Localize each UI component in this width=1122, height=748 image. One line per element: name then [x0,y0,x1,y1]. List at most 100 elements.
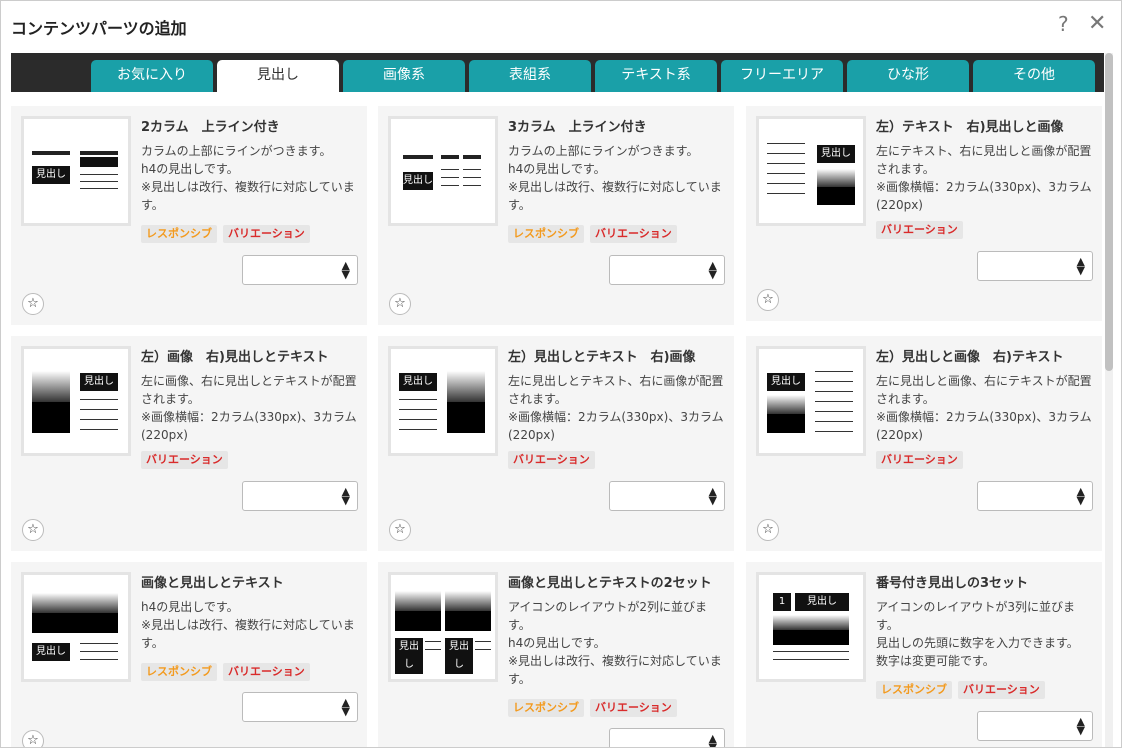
thumb-heading-label: 見出し [795,593,849,611]
part-card[interactable]: 見出し 左）見出しとテキスト 右)画像 左に見出しとテキスト、右に画像が配置 さ… [378,336,734,551]
part-description: 左に見出しと画像、右にテキストが配置 されます。 ※画像横幅：2カラム(330p… [876,374,1092,442]
close-icon[interactable]: ✕ [1088,11,1106,36]
part-title: 左）画像 右)見出しとテキスト [141,350,329,365]
content-parts-dialog: コンテンツパーツの追加 ? ✕ お気に入り 見出し 画像系 表組系 テキスト系 … [0,0,1122,748]
favorite-star-icon[interactable]: ☆ [757,519,779,541]
part-description: アイコンのレイアウトが2列に並びま す。 h4の見出しです。 ※見出しは改行、複… [508,600,722,686]
dialog-title: コンテンツパーツの追加 [11,19,187,38]
tab-free-area[interactable]: フリーエリア [721,60,843,92]
badge-group: バリエーション [141,451,228,469]
tab-bar: お気に入り 見出し 画像系 表組系 テキスト系 フリーエリア ひな形 その他 [11,53,1104,92]
favorite-star-icon[interactable]: ☆ [22,519,44,541]
part-thumbnail: 見出し [21,346,131,456]
select-arrows-icon: ▲ ▼ [1076,715,1085,737]
thumb-number-label: 1 [773,593,791,611]
select-arrows-icon: ▲ ▼ [708,732,717,748]
responsive-badge: レスポンシブ [876,681,952,699]
thumb-heading-label: 見出し [399,373,437,391]
thumb-image [32,371,70,433]
part-card[interactable]: 見出し 左）見出しと画像 右)テキスト 左に見出しと画像、右にテキストが配置 さ… [746,336,1102,551]
part-description: 左に見出しとテキスト、右に画像が配置 されます。 ※画像横幅：2カラム(330p… [508,374,724,442]
variation-badge: バリエーション [590,225,677,243]
tab-image[interactable]: 画像系 [343,60,465,92]
select-arrows-icon: ▲ ▼ [1076,255,1085,277]
part-description: 左に画像、右に見出しとテキストが配置 されます。 ※画像横幅：2カラム(330p… [141,374,357,442]
favorite-star-icon[interactable]: ☆ [22,730,44,747]
badge-group: レスポンシブ バリエーション [141,225,310,243]
responsive-badge: レスポンシブ [508,225,584,243]
variation-select[interactable]: ▲ ▼ [242,692,358,722]
tab-heading[interactable]: 見出し [217,60,339,92]
variation-badge: バリエーション [223,663,310,681]
badge-group: レスポンシブ バリエーション [141,663,310,681]
tab-text[interactable]: テキスト系 [595,60,717,92]
thumb-image [32,593,118,633]
variation-badge: バリエーション [958,681,1045,699]
part-title: 3カラム 上ライン付き [508,120,647,135]
tab-template[interactable]: ひな形 [847,60,969,92]
variation-select[interactable]: ▲ ▼ [242,481,358,511]
variation-badge: バリエーション [590,699,677,717]
part-description: h4の見出しです。 ※見出しは改行、複数行に対応していま す。 [141,600,355,650]
part-thumbnail: 見出し 見出し [388,572,498,682]
thumb-image [817,169,855,205]
part-title: 画像と見出しとテキストの2セット [508,576,712,591]
part-thumbnail: 見出し [388,346,498,456]
variation-select[interactable]: ▲ ▼ [977,251,1093,281]
thumb-image [767,395,805,433]
select-arrows-icon: ▲ ▼ [341,259,350,281]
part-title: 2カラム 上ライン付き [141,120,280,135]
variation-select[interactable]: ▲ ▼ [242,255,358,285]
tab-favorites[interactable]: お気に入り [91,60,213,92]
select-arrows-icon: ▲ ▼ [341,696,350,718]
variation-select[interactable]: ▲ ▼ [609,728,725,748]
variation-select[interactable]: ▲ ▼ [977,711,1093,741]
part-thumbnail: 見出し [21,572,131,682]
part-thumbnail: 見出し [756,116,866,226]
select-arrows-icon: ▲ ▼ [1076,485,1085,507]
part-card[interactable]: 1 見出し 番号付き見出しの3セット アイコンのレイアウトが3列に並びま す。 … [746,562,1102,747]
part-description: 左にテキスト、右に見出しと画像が配置 されます。 ※画像横幅：2カラム(330p… [876,144,1092,212]
tab-table[interactable]: 表組系 [469,60,591,92]
thumb-heading-label: 見出し [403,172,433,190]
part-title: 左）見出しとテキスト 右)画像 [508,350,696,365]
select-arrows-icon: ▲ ▼ [341,485,350,507]
thumb-heading-label: 見出し [32,166,70,184]
part-card[interactable]: 見出し 左）画像 右)見出しとテキスト 左に画像、右に見出しとテキストが配置 さ… [11,336,367,551]
thumb-image [773,615,849,645]
part-description: カラムの上部にラインがつきます。 h4の見出しです。 ※見出しは改行、複数行に対… [508,144,722,212]
part-title: 左）見出しと画像 右)テキスト [876,350,1064,365]
variation-select[interactable]: ▲ ▼ [977,481,1093,511]
thumb-heading-label: 見出し [817,145,855,163]
part-card[interactable]: 見出し 左）テキスト 右)見出しと画像 左にテキスト、右に見出しと画像が配置 さ… [746,106,1102,321]
badge-group: バリエーション [508,451,595,469]
thumb-image [447,371,485,433]
part-card[interactable]: 見出し 見出し 画像と見出しとテキストの2セット アイコンのレイアウトが2列に並… [378,562,734,748]
select-arrows-icon: ▲ ▼ [708,259,717,281]
favorite-star-icon[interactable]: ☆ [22,293,44,315]
favorite-star-icon[interactable]: ☆ [389,519,411,541]
thumb-heading-label: 見出し [767,373,805,391]
part-card[interactable]: 見出し 2カラム 上ライン付き カラムの上部にラインがつきます。 h4の見出しで… [11,106,367,325]
part-card[interactable]: 見出し 画像と見出しとテキスト h4の見出しです。 ※見出しは改行、複数行に対応… [11,562,367,747]
badge-group: レスポンシブ バリエーション [508,699,677,717]
badge-group: バリエーション [876,451,963,469]
variation-select[interactable]: ▲ ▼ [609,255,725,285]
thumb-heading-label: 見出し [32,643,70,661]
responsive-badge: レスポンシブ [141,225,217,243]
favorite-star-icon[interactable]: ☆ [389,293,411,315]
variation-select[interactable]: ▲ ▼ [609,481,725,511]
variation-badge: バリエーション [876,221,963,239]
responsive-badge: レスポンシブ [508,699,584,717]
part-card[interactable]: 見出し 3カラム 上ライン付き カラムの上部にラインがつきます。 h4の見出しで… [378,106,734,325]
favorite-star-icon[interactable]: ☆ [757,289,779,311]
part-thumbnail: 1 見出し [756,572,866,682]
part-title: 左）テキスト 右)見出しと画像 [876,120,1064,135]
tab-other[interactable]: その他 [973,60,1095,92]
variation-badge: バリエーション [508,451,595,469]
part-thumbnail: 見出し [21,116,131,226]
thumb-image [445,591,491,631]
help-icon[interactable]: ? [1058,12,1069,36]
variation-badge: バリエーション [141,451,228,469]
scrollbar-thumb[interactable] [1105,53,1113,371]
